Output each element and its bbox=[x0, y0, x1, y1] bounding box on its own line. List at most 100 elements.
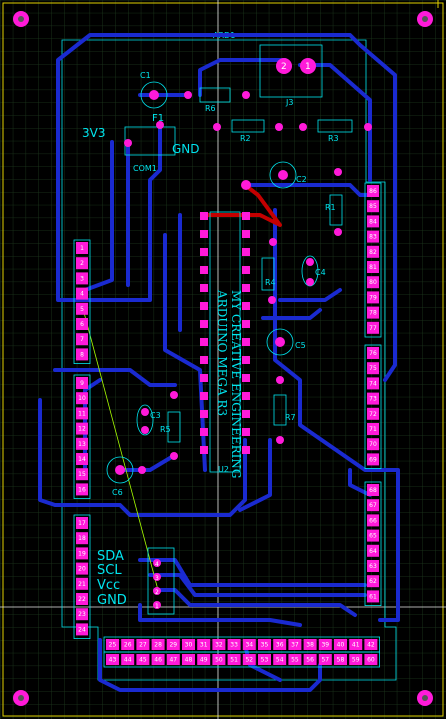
header-pin-number: 31 bbox=[200, 642, 208, 649]
header-pin-number: 57 bbox=[321, 657, 329, 664]
header-pin-number: 35 bbox=[261, 642, 269, 649]
header-pin-number: 74 bbox=[369, 380, 377, 387]
header-pin-number: 25 bbox=[109, 642, 117, 649]
header-pin-number: 48 bbox=[185, 657, 193, 664]
header-pin-number: 47 bbox=[169, 657, 177, 664]
header-pin-number: 1 bbox=[80, 245, 84, 252]
header-pin-number: 83 bbox=[369, 234, 377, 241]
header-pin-number: 14 bbox=[78, 456, 86, 463]
header-pin-number: 69 bbox=[369, 456, 377, 463]
header-pin-number: 50 bbox=[215, 657, 223, 664]
header-pin-number: 2 bbox=[80, 260, 84, 267]
header-pin-number: 4 bbox=[80, 291, 84, 298]
header-pin-number: 53 bbox=[261, 657, 269, 664]
label-c3: C3 bbox=[150, 411, 161, 420]
header-pin-number: 29 bbox=[169, 642, 177, 649]
svg-text:1: 1 bbox=[155, 603, 159, 610]
header-pin-number: 39 bbox=[321, 642, 329, 649]
header-pin-number: 3 bbox=[80, 275, 84, 282]
header-pin-number: 22 bbox=[78, 596, 86, 603]
header-pin-number: 63 bbox=[369, 563, 377, 570]
header-pin-number: 9 bbox=[80, 380, 84, 387]
label-r4: R4 bbox=[265, 278, 276, 287]
header-pin-number: 59 bbox=[352, 657, 360, 664]
label-com1: COM1 bbox=[133, 164, 157, 173]
label-j3: J3 bbox=[285, 98, 293, 107]
label-r2: R2 bbox=[240, 134, 251, 143]
label-r6: R6 bbox=[205, 104, 216, 113]
header-pin-number: 71 bbox=[369, 426, 377, 433]
header-pin-number: 11 bbox=[78, 410, 86, 417]
header-pin-number: 34 bbox=[245, 642, 253, 649]
header-pin-number: 64 bbox=[369, 548, 377, 555]
header-pin-number: 82 bbox=[369, 249, 377, 256]
header-pin-number: 80 bbox=[369, 279, 377, 286]
label-gnd: GND bbox=[172, 142, 200, 156]
label-c2: C2 bbox=[296, 175, 307, 184]
header-pin-number: 36 bbox=[276, 642, 284, 649]
svg-text:SDA: SDA bbox=[97, 549, 124, 564]
header-pin-number: 28 bbox=[154, 642, 162, 649]
header-pin-number: 65 bbox=[369, 533, 377, 540]
header-pin-number: 21 bbox=[78, 581, 86, 588]
header-pin-number: 26 bbox=[124, 642, 132, 649]
header-pin-number: 54 bbox=[276, 657, 284, 664]
header-pin-number: 23 bbox=[78, 611, 86, 618]
header-pin-number: 41 bbox=[352, 642, 360, 649]
header-pin-number: 61 bbox=[369, 593, 377, 600]
header-pin-number: 33 bbox=[230, 642, 238, 649]
header-pin-number: 62 bbox=[369, 578, 377, 585]
label-c6: C6 bbox=[112, 488, 123, 497]
header-pin-number: 15 bbox=[78, 471, 86, 478]
header-pin-number: 12 bbox=[78, 426, 86, 433]
header-pin-number: 58 bbox=[337, 657, 345, 664]
header-pin-number: 68 bbox=[369, 487, 377, 494]
label-3v3: 3V3 bbox=[82, 126, 105, 140]
header-pin-number: 43 bbox=[109, 657, 117, 664]
header-pin-number: 70 bbox=[369, 441, 377, 448]
header-pin-number: 13 bbox=[78, 441, 86, 448]
header-pin-number: 77 bbox=[369, 325, 377, 332]
label-f1: F1 bbox=[152, 113, 164, 124]
header-pin-number: 79 bbox=[369, 294, 377, 301]
header-pin-number: 17 bbox=[78, 520, 86, 527]
header-pin-number: 86 bbox=[369, 188, 377, 195]
header-pin-number: 40 bbox=[337, 642, 345, 649]
svg-text:3: 3 bbox=[155, 575, 159, 582]
header-pin-number: 44 bbox=[124, 657, 132, 664]
header-pin-number: 75 bbox=[369, 365, 377, 372]
header-pin-number: 46 bbox=[154, 657, 162, 664]
header-pin-number: 84 bbox=[369, 218, 377, 225]
header-pin-number: 51 bbox=[230, 657, 238, 664]
j3-pin-2: 2 bbox=[281, 62, 287, 72]
header-pin-number: 81 bbox=[369, 264, 377, 271]
header-pin-number: 6 bbox=[80, 321, 84, 328]
header-pin-number: 42 bbox=[367, 642, 375, 649]
header-pin-number: 72 bbox=[369, 411, 377, 418]
header-pin-number: 56 bbox=[306, 657, 314, 664]
label-c1: C1 bbox=[140, 71, 151, 80]
header-pin-number: 8 bbox=[80, 351, 84, 358]
header-pin-number: 55 bbox=[291, 657, 299, 664]
header-pin-number: 5 bbox=[80, 306, 84, 313]
j3-pin-1: 1 bbox=[305, 62, 311, 72]
header-pin-number: 24 bbox=[78, 626, 86, 633]
label-r3: R3 bbox=[328, 134, 339, 143]
header-pin-number: 30 bbox=[185, 642, 193, 649]
label-r1: R1 bbox=[325, 203, 336, 212]
header-pin-number: 37 bbox=[291, 642, 299, 649]
header-pin-number: 32 bbox=[215, 642, 223, 649]
label-c5: C5 bbox=[295, 341, 306, 350]
pcb-layout-canvas[interactable]: ARD1 C1 F1 3V3 GND COM1 R6 R2 R3 J3 C2 R… bbox=[0, 0, 446, 719]
header-pin-number: 7 bbox=[80, 336, 84, 343]
header-pin-number: 27 bbox=[139, 642, 147, 649]
header-pin-number: 78 bbox=[369, 310, 377, 317]
svg-text:4: 4 bbox=[155, 561, 159, 568]
svg-text:Vcc: Vcc bbox=[97, 578, 120, 593]
header-pin-number: 16 bbox=[78, 486, 86, 493]
header-pin-number: 49 bbox=[200, 657, 208, 664]
label-c4: C4 bbox=[315, 268, 326, 277]
header-pin-number: 76 bbox=[369, 350, 377, 357]
header-pin-number: 45 bbox=[139, 657, 147, 664]
header-pin-number: 60 bbox=[367, 657, 375, 664]
